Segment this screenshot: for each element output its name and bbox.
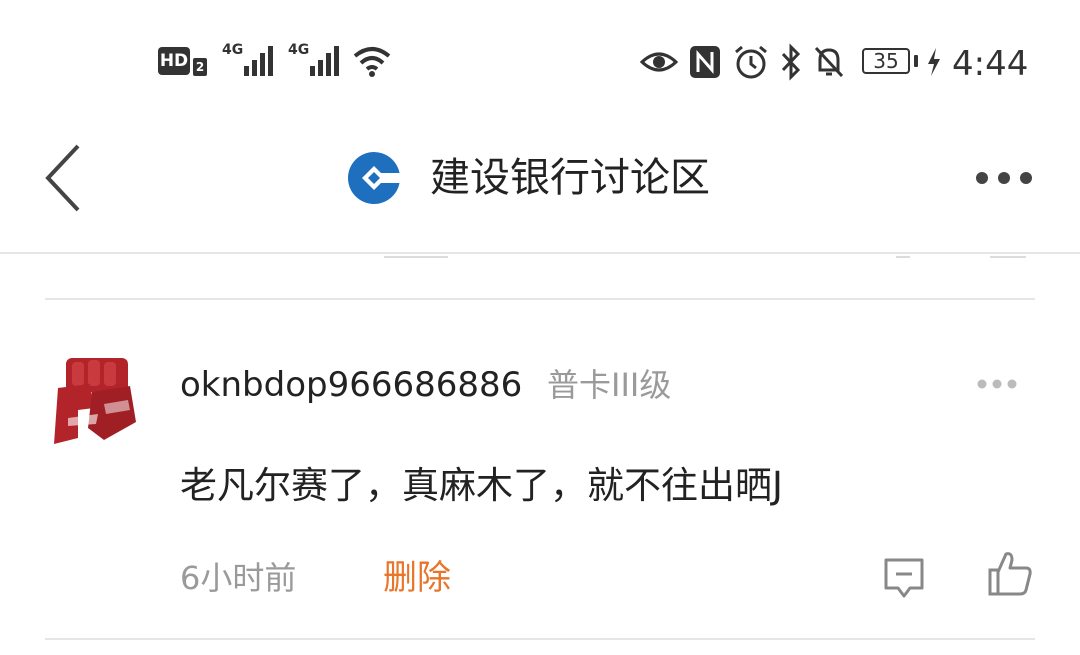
more-options-button[interactable] — [968, 160, 1040, 196]
avatar[interactable] — [48, 348, 140, 452]
status-bar: HD 2 4G 4G 35 4:44 — [0, 0, 1080, 120]
more-dots-icon — [976, 172, 1032, 184]
wifi-icon — [353, 47, 391, 77]
back-button[interactable] — [40, 140, 90, 220]
eye-icon — [640, 52, 678, 72]
reply-icon — [884, 558, 924, 598]
comment-more-button[interactable] — [972, 372, 1022, 396]
comment-text: 老凡尔赛了，真麻木了，就不往出晒J — [180, 464, 783, 507]
alarm-icon — [735, 45, 767, 79]
delete-button[interactable]: 删除 — [383, 556, 451, 600]
header-divider — [0, 252, 1080, 254]
back-chevron-icon — [45, 144, 80, 212]
more-dots-icon — [977, 379, 1017, 389]
previous-item-remnant — [896, 256, 910, 258]
bluetooth-icon — [781, 43, 801, 81]
comment-username[interactable]: oknbdop966686886 — [180, 362, 522, 408]
like-button[interactable] — [986, 548, 1034, 600]
nfc-icon — [690, 46, 720, 78]
thumbs-up-icon — [988, 552, 1032, 596]
signal-icon — [244, 46, 273, 76]
user-level-badge: 普卡III级 — [547, 366, 672, 404]
network-type-2: 4G — [288, 42, 310, 58]
mute-icon — [814, 46, 844, 78]
charging-icon — [928, 48, 940, 76]
previous-item-remnant — [990, 256, 1026, 258]
item-divider — [45, 638, 1035, 640]
comment-item: oknbdop966686886 普卡III级 老凡尔赛了，真麻木了，就不往出晒… — [0, 300, 1080, 638]
clock: 4:44 — [952, 44, 1029, 84]
comment-timestamp: 6小时前 — [180, 559, 297, 597]
reply-button[interactable] — [880, 552, 928, 602]
hd-icon: HD — [158, 47, 190, 75]
battery-tip — [914, 55, 918, 67]
ccb-logo-icon — [348, 152, 400, 204]
hd-sim-index: 2 — [193, 58, 207, 76]
battery-icon: 35 — [862, 48, 910, 74]
signal-icon — [310, 46, 339, 76]
network-type-1: 4G — [222, 42, 244, 58]
page-title: 建设银行讨论区 — [430, 155, 710, 201]
previous-item-remnant — [384, 256, 448, 258]
